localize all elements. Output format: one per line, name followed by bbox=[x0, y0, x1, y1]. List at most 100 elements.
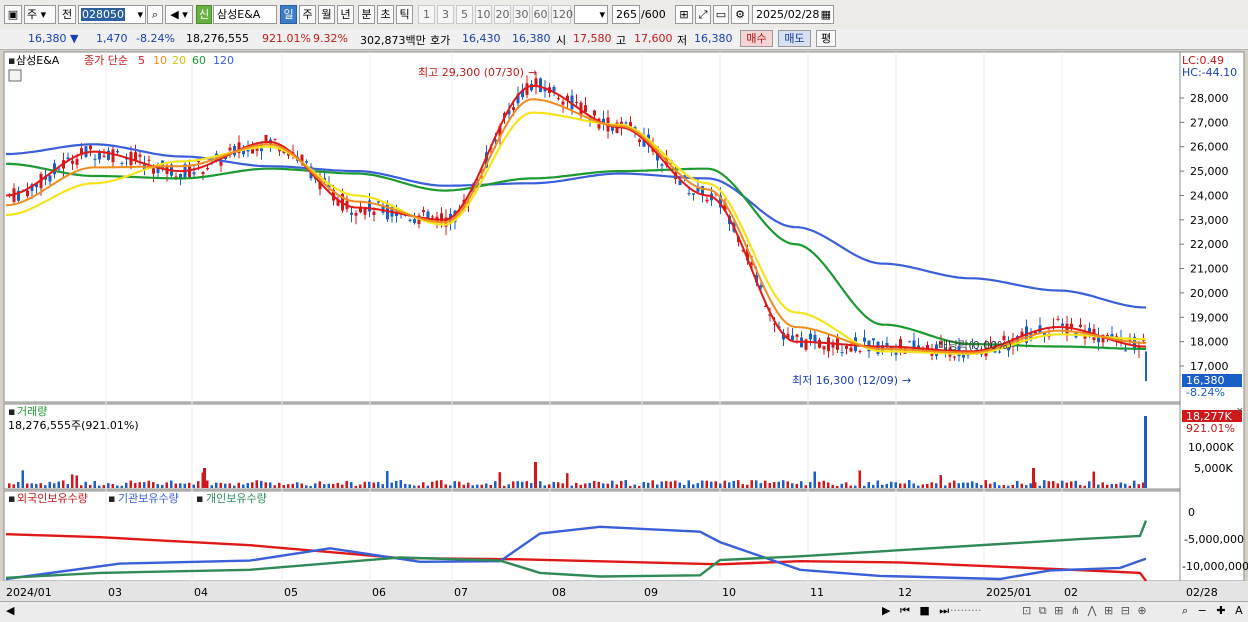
period-second[interactable]: 초 bbox=[377, 5, 394, 24]
volume-bar bbox=[107, 483, 110, 488]
volume-bar bbox=[444, 484, 447, 488]
volume-bar bbox=[1016, 480, 1019, 488]
volume-bar bbox=[138, 482, 141, 488]
interval-3[interactable]: 3 bbox=[437, 5, 454, 24]
x-axis-label: 11 bbox=[810, 586, 824, 599]
period-minute[interactable]: 분 bbox=[358, 5, 375, 24]
volume-bar bbox=[993, 482, 996, 488]
settings-icon[interactable]: ⚙ bbox=[731, 5, 749, 24]
volume-bar bbox=[354, 485, 357, 488]
volume-bar bbox=[588, 482, 591, 488]
period-month[interactable]: 월 bbox=[318, 5, 335, 24]
quote-bar: 16,380 ▼ 1,470 -8.24% 18,276,555 921.01%… bbox=[0, 29, 1248, 50]
volume-bar bbox=[102, 485, 105, 488]
candle-body bbox=[138, 154, 142, 157]
stock-name-field[interactable]: 삼성E&A bbox=[213, 5, 277, 24]
holdings-tick-5m: -5,000,000 bbox=[1184, 533, 1244, 546]
interval-combo[interactable]: ▾ bbox=[574, 5, 608, 24]
panel-close-icon[interactable]: × bbox=[1236, 406, 1244, 416]
panel-menu-icon[interactable]: ▪ bbox=[8, 54, 15, 67]
chart-type-icon[interactable]: ⊞ bbox=[675, 5, 693, 24]
holdings-icon-2: ▪ bbox=[108, 492, 115, 505]
code-input[interactable]: 028050 ▾ bbox=[78, 5, 146, 24]
volume-bar bbox=[386, 471, 389, 488]
price-tick: 23,000 bbox=[1190, 214, 1229, 227]
interval-60[interactable]: 60 bbox=[532, 5, 549, 24]
calendar-icon[interactable]: ▦ bbox=[821, 6, 833, 23]
volume-bar bbox=[1083, 485, 1086, 488]
volume-panel[interactable] bbox=[3, 403, 1181, 490]
period-combo[interactable]: 주 ▾ bbox=[24, 5, 56, 24]
volume-bar bbox=[48, 481, 51, 488]
volume-bar bbox=[462, 484, 465, 488]
window-menu-icon[interactable]: ▣ bbox=[4, 5, 22, 24]
tool-icons[interactable]: ⊡ ⧉ ⊞ ⋔ ⋀ ⊞ ⊟ ⊕ bbox=[1022, 604, 1149, 618]
volume-bar bbox=[228, 483, 231, 488]
volume-bar bbox=[498, 472, 501, 488]
interval-5[interactable]: 5 bbox=[456, 5, 473, 24]
scroll-track-icon[interactable]: ········· bbox=[950, 604, 981, 617]
zoom-controls[interactable]: ⌕ − ✚ A bbox=[1182, 604, 1246, 618]
scroll-left-icon[interactable]: ◀ bbox=[6, 604, 14, 617]
candle-body bbox=[273, 138, 277, 140]
zoom-icon[interactable]: ⤢ bbox=[695, 5, 711, 24]
date-input[interactable]: 2025/02/28 ▦ bbox=[752, 5, 834, 24]
volume-bar bbox=[975, 482, 978, 488]
volume-bar bbox=[341, 484, 344, 488]
volume-bar bbox=[80, 485, 83, 488]
individual-holdings-label: 개인보유수량 bbox=[206, 492, 267, 505]
volume-bar bbox=[1002, 485, 1005, 488]
volume-bar bbox=[435, 480, 438, 488]
period-year[interactable]: 년 bbox=[337, 5, 354, 24]
candle-body bbox=[705, 199, 709, 202]
x-axis-label: 09 bbox=[644, 586, 658, 599]
candle-body bbox=[75, 158, 79, 165]
interval-10[interactable]: 10 bbox=[475, 5, 492, 24]
volume-bar bbox=[899, 483, 902, 488]
volume-bar bbox=[381, 484, 384, 488]
sound-icon[interactable]: ◀ ▾ bbox=[165, 5, 193, 24]
candle-body bbox=[512, 107, 515, 110]
volume-bar bbox=[867, 482, 870, 488]
interval-120[interactable]: 120 bbox=[551, 5, 573, 24]
jeon-button[interactable]: 전 bbox=[58, 5, 76, 24]
volume-bar bbox=[66, 484, 69, 488]
search-icon[interactable]: ⌕ bbox=[147, 5, 163, 24]
price-change: 1,470 bbox=[96, 32, 128, 45]
count-input[interactable]: 265 bbox=[612, 5, 640, 24]
volume-bar bbox=[858, 470, 861, 488]
buy-button[interactable]: 매수 bbox=[740, 30, 773, 47]
volume-bar bbox=[44, 485, 47, 488]
avg-button[interactable]: 평 bbox=[816, 30, 836, 47]
period-tick[interactable]: 틱 bbox=[396, 5, 413, 24]
volume-bar bbox=[129, 480, 132, 488]
interval-30[interactable]: 30 bbox=[513, 5, 530, 24]
volume-bar bbox=[651, 480, 654, 488]
volume-bar bbox=[813, 471, 816, 488]
candle-body bbox=[692, 193, 695, 195]
sell-button[interactable]: 매도 bbox=[778, 30, 811, 47]
volume-bar bbox=[597, 481, 600, 488]
candle-body bbox=[147, 159, 151, 161]
x-axis-bar bbox=[0, 581, 1248, 601]
volume-bar bbox=[291, 483, 294, 488]
volume-bar bbox=[674, 480, 677, 488]
interval-20[interactable]: 20 bbox=[494, 5, 511, 24]
chart-area[interactable]: ▪ 삼성E&A 종가 단순 5 10 20 60 120 LC:0.49 HC:… bbox=[0, 50, 1248, 601]
grid-toggle-icon[interactable] bbox=[8, 69, 22, 82]
volume-bar bbox=[192, 484, 195, 488]
volume-bar bbox=[503, 485, 506, 488]
volume-bar bbox=[705, 480, 708, 488]
period-day[interactable]: 일 bbox=[280, 5, 297, 24]
volume-bar bbox=[120, 485, 123, 488]
interval-1[interactable]: 1 bbox=[418, 5, 435, 24]
volume-panel-title: 거래량 bbox=[17, 405, 47, 418]
volume-bar bbox=[372, 482, 375, 488]
period-week[interactable]: 주 bbox=[299, 5, 316, 24]
price-tick: 28,000 bbox=[1190, 92, 1229, 105]
playback-controls[interactable]: ▶ ⏮ ■ ⏭ bbox=[882, 604, 952, 618]
volume-bar bbox=[552, 481, 555, 488]
candle-body bbox=[1079, 324, 1082, 327]
save-icon[interactable]: ▭ bbox=[713, 5, 729, 24]
volume-bar bbox=[876, 480, 879, 488]
